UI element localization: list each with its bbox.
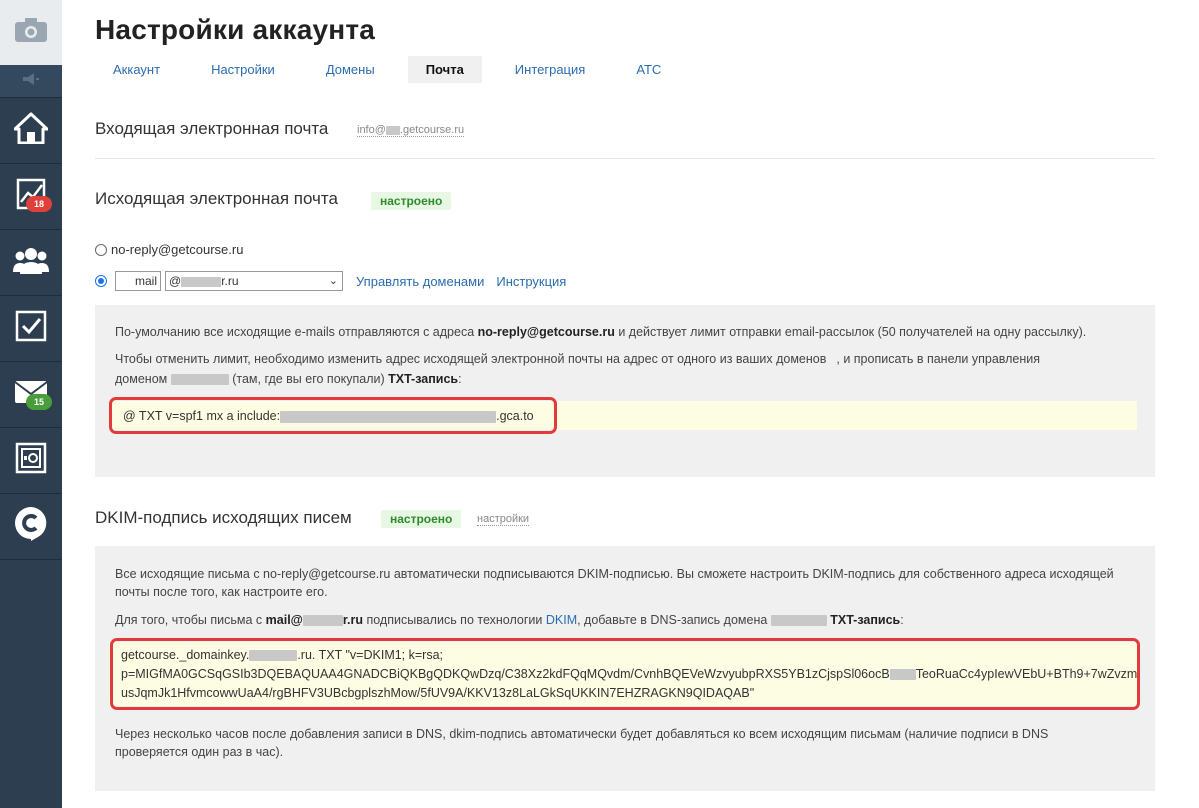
sidebar-item-mail[interactable]: 15 (0, 362, 62, 428)
sidebar-item-stats[interactable]: 18 (0, 164, 62, 230)
sidebar-filler (0, 562, 62, 808)
checkbox-icon (15, 310, 47, 347)
outgoing-info-panel: По-умолчанию все исходящие e-mails отпра… (95, 305, 1155, 477)
dkim-info-1b: почты после того, как настроите его. (115, 585, 328, 599)
chevron-down-icon: ⌄ (328, 275, 338, 287)
stats-badge: 18 (26, 196, 52, 212)
tab-domains[interactable]: Домены (308, 56, 393, 83)
sidebar-item-tasks[interactable] (0, 296, 62, 362)
outgoing-info-3: доменом (там, где вы его покупали) TXT-з… (115, 372, 462, 386)
domain-select[interactable]: @ r.ru ⌄ (165, 271, 343, 291)
outgoing-mail-title: Исходящая электронная почта (95, 189, 338, 208)
sidebar-item-logo[interactable] (0, 494, 62, 560)
mail-badge: 15 (26, 394, 52, 410)
tab-settings[interactable]: Настройки (193, 56, 293, 83)
divider (95, 158, 1155, 159)
dkim-info-panel: Все исходящие письма с no-reply@getcours… (95, 546, 1155, 791)
page-title: Настройки аккаунта (95, 14, 376, 45)
radio-button[interactable] (95, 243, 107, 256)
incoming-address[interactable]: info@ .getcourse.ru (357, 124, 465, 137)
manage-domains-link[interactable]: Управлять доменами (356, 274, 484, 289)
tab-integration[interactable]: Интеграция (497, 56, 604, 83)
incoming-mail-title: Входящая электронная почта (95, 119, 329, 138)
sidebar-item-camera[interactable] (0, 0, 62, 65)
users-icon (13, 245, 49, 280)
sidebar-item-home[interactable] (0, 98, 62, 164)
dkim-footer-2: проверяется один раз в час). (115, 745, 284, 759)
dkim-settings-link[interactable]: настройки (477, 513, 530, 526)
tab-mail[interactable]: Почта (407, 56, 482, 83)
tab-account[interactable]: Аккаунт (95, 56, 178, 83)
outgoing-info-2: Чтобы отменить лимит, необходимо изменит… (115, 352, 1041, 366)
safe-icon (15, 442, 47, 479)
radio-custom[interactable]: mail @ r.ru ⌄ Управлять доменами Инструкци… (95, 271, 566, 291)
dkim-link[interactable]: DKIM (546, 613, 577, 627)
sidebar-item-news[interactable] (0, 65, 62, 98)
getcourse-logo-icon (14, 506, 48, 547)
highlight-frame (109, 397, 557, 434)
tab-ats[interactable]: АТС (618, 56, 679, 83)
dkim-info-1: Все исходящие письма с no-reply@getcours… (115, 567, 1114, 581)
sidebar: 18 15 (0, 0, 62, 808)
outgoing-status-badge: настроено (371, 192, 452, 210)
sidebar-item-users[interactable] (0, 230, 62, 296)
home-icon (13, 112, 49, 149)
outgoing-info-1: По-умолчанию все исходящие e-mails отпра… (115, 325, 1087, 339)
speaker-icon (21, 72, 41, 91)
tabs: Аккаунт Настройки Домены Почта Интеграци… (95, 56, 694, 83)
dkim-status-badge: настроено (381, 510, 462, 528)
highlight-frame (110, 638, 1140, 710)
sidebar-item-safe[interactable] (0, 428, 62, 494)
dkim-info-2: Для того, чтобы письма с mail@ r.ru подпи… (115, 613, 904, 627)
camera-icon (14, 17, 48, 48)
radio-button-checked[interactable] (95, 275, 107, 287)
radio-label: no-reply@getcourse.ru (111, 242, 244, 257)
dkim-footer-1: Через несколько часов после добавления з… (115, 727, 1049, 741)
instruction-link[interactable]: Инструкция (496, 274, 566, 289)
dkim-title: DKIM-подпись исходящих писем (95, 508, 352, 527)
radio-no-reply[interactable]: no-reply@getcourse.ru (95, 242, 243, 257)
mail-name-input[interactable]: mail (115, 271, 161, 291)
